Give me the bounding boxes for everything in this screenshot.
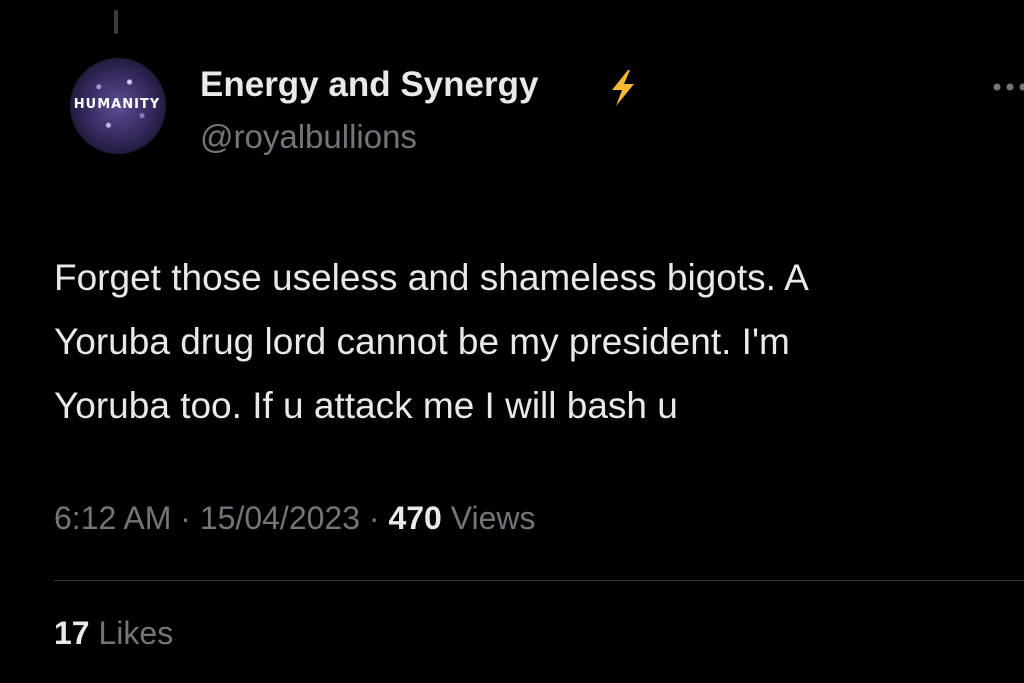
views-count: 470: [388, 500, 442, 536]
tweet-body-text: Forget those useless and shameless bigot…: [54, 257, 809, 426]
likes-label: Likes: [98, 615, 174, 651]
author-handle[interactable]: @royalbullions: [200, 118, 417, 156]
likes-link[interactable]: 17 Likes: [54, 615, 173, 652]
meta-separator: ·: [368, 500, 380, 536]
divider: [54, 580, 1024, 581]
tweet-date[interactable]: 15/04/2023: [200, 500, 360, 536]
avatar-logo-text: HUMANITY: [73, 97, 161, 112]
tweet-time[interactable]: 6:12 AM: [54, 500, 171, 536]
thread-connector-line: [114, 10, 118, 34]
author-display-name[interactable]: Energy and Synergy: [200, 65, 538, 105]
lightning-bolt-icon: [612, 70, 634, 106]
views-label: Views: [450, 500, 536, 536]
more-options-icon[interactable]: [992, 82, 1024, 92]
tweet-metadata: 6:12 AM · 15/04/2023 · 470 Views: [54, 500, 536, 537]
likes-count: 17: [54, 615, 90, 651]
meta-separator: ·: [180, 500, 191, 536]
